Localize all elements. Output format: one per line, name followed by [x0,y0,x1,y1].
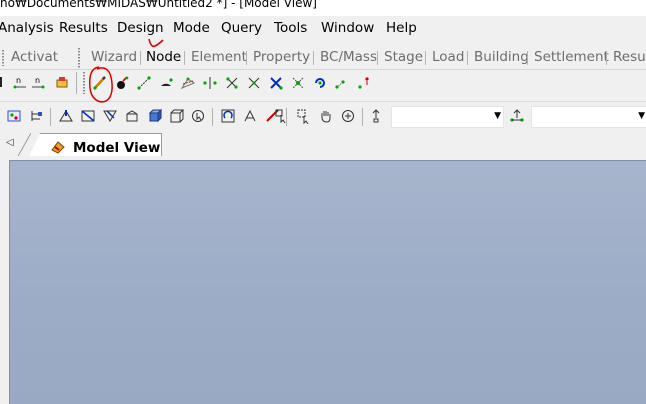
node-table-icon[interactable] [354,73,374,93]
toolbar-grip[interactable] [83,72,85,94]
tree-select-icon[interactable] [26,106,46,126]
tab-property[interactable]: Property [253,48,310,67]
tab-separator [184,51,185,65]
tree-tab-activate[interactable]: Activat [11,48,58,67]
tab-scroll-left-icon[interactable]: ◁ [6,137,16,151]
model-view-icon [51,141,65,154]
start-number-icon[interactable] [332,73,352,93]
tab-element[interactable]: Element [191,48,247,67]
tab-separator [377,51,378,65]
document-tab-bar: ◁ Model View [0,131,646,159]
chevron-down-icon[interactable]: ▼ [494,111,501,121]
ribbon-tab-row: Activat Wizard Node Element Property BC/… [0,45,646,70]
tab-node[interactable]: Node [146,48,181,67]
view-box-icon[interactable] [166,106,186,126]
menu-tools[interactable]: Tools [274,20,307,36]
view-3d-box-icon[interactable] [144,106,164,126]
tab-bc-mass[interactable]: BC/Mass [320,48,377,67]
chevron-down-icon[interactable]: ▼ [638,111,645,121]
translate-node-icon[interactable] [134,73,154,93]
scale-node-icon[interactable] [266,73,286,93]
tab-separator [606,51,607,65]
compact-node-icon[interactable] [288,73,308,93]
menu-mode[interactable]: Mode [173,20,210,36]
tab-separator [313,51,314,65]
tab-stage[interactable]: Stage [384,48,423,67]
view-toolbar: ▼ ▼ [0,101,646,132]
tab-separator [246,51,247,65]
view-front-icon[interactable] [78,106,98,126]
tab-wizard[interactable]: Wizard [91,48,137,67]
menu-design[interactable]: Design [117,20,164,36]
toolbar-separator [212,108,213,126]
rotate-node-icon[interactable] [156,73,176,93]
renumber-node-icon[interactable] [310,73,330,93]
svg-text:n: n [16,76,21,85]
tab-results[interactable]: Resul [613,48,646,67]
view-top-icon[interactable] [56,106,76,126]
window-title: ho₩Documents₩MIDAS₩Untitled2 *] - [Model… [0,0,317,10]
menu-analysis[interactable]: Analysis [0,20,54,36]
toolbar-grip[interactable] [78,48,80,68]
view-right-icon[interactable] [100,106,120,126]
model-view-canvas[interactable] [9,160,646,404]
tab-model-view-label: Model View [73,140,161,156]
select-window-icon[interactable] [294,106,314,126]
zoom-fit-icon[interactable] [338,106,358,126]
menu-window[interactable]: Window [321,20,374,36]
view-iso-icon[interactable] [122,106,142,126]
tab-separator [425,51,426,65]
toolbar-separator [362,108,363,126]
element-number-icon[interactable]: n [28,72,48,92]
menu-bar: Analysis Results Design Mode Query Tools… [0,16,646,40]
hidden-view-icon[interactable] [240,106,260,126]
hand-pan-icon[interactable] [316,106,336,126]
node-move-icon[interactable] [507,106,527,126]
menu-results[interactable]: Results [59,20,108,36]
divide-node-icon[interactable] [222,73,242,93]
toolbar-separator [76,72,77,94]
toolbar-separator [50,108,51,126]
merge-node-icon[interactable] [244,73,264,93]
menu-help[interactable]: Help [386,20,417,36]
tab-separator [527,51,528,65]
toolbar-grip[interactable] [2,50,4,66]
display-icon[interactable] [52,72,72,92]
tab-separator [467,51,468,65]
tab-edge [17,133,31,158]
node-toolbar: n n [0,70,646,96]
view-combo-2[interactable]: ▼ [531,106,646,128]
select-icon[interactable] [4,106,24,126]
mirror-node-icon[interactable] [200,73,220,93]
tab-load[interactable]: Load [432,48,464,67]
zoom-pointer-icon[interactable] [188,106,208,126]
pan-view-icon[interactable] [272,106,292,126]
node-number-icon[interactable]: n [10,72,30,92]
tab-settlement[interactable]: Settlement [534,48,609,67]
tab-separator [140,51,141,65]
window-title-bar: ho₩Documents₩MIDAS₩Untitled2 *] - [Model… [0,0,646,16]
menu-query[interactable]: Query [221,20,262,36]
svg-text:n: n [35,76,40,85]
delete-node-icon[interactable] [112,73,132,93]
tab-building[interactable]: Building [474,48,529,67]
view-combo-1[interactable]: ▼ [391,106,504,128]
create-node-pencil-icon[interactable] [90,73,110,93]
light-bulb-icon[interactable] [366,106,386,126]
project-node-icon[interactable] [178,73,198,93]
rotate-view-icon[interactable] [218,106,238,126]
